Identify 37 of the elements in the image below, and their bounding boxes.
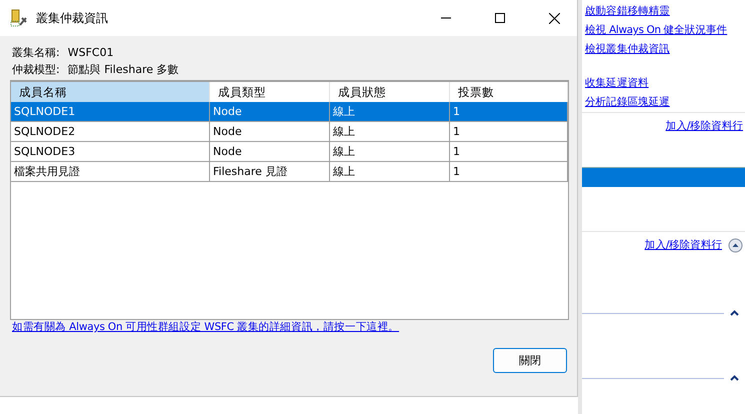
window-title: 叢集仲裁資訊 bbox=[36, 10, 109, 26]
task-link[interactable]: 收集延遲資料 bbox=[582, 74, 745, 93]
field-label: 叢集名稱: bbox=[12, 45, 60, 60]
table-cell[interactable]: SQLNODE3 bbox=[11, 142, 210, 162]
table-cell[interactable]: Node bbox=[210, 122, 330, 142]
table-cell[interactable]: 1 bbox=[450, 102, 568, 122]
field-value: 節點與 Fileshare 多數 bbox=[68, 62, 179, 77]
close-icon[interactable] bbox=[548, 12, 560, 24]
task-link[interactable]: 檢視叢集仲裁資訊 bbox=[582, 40, 745, 59]
add-remove-columns-link[interactable]: 加入/移除資料行 bbox=[662, 116, 743, 136]
field-value: WSFC01 bbox=[68, 46, 114, 59]
table-cell[interactable]: 1 bbox=[450, 162, 568, 182]
task-link[interactable]: 啟動容錯移轉精靈 bbox=[582, 2, 745, 21]
table-cell[interactable]: 檔案共用見證 bbox=[11, 162, 210, 182]
column-header[interactable]: 成員名稱 bbox=[11, 82, 210, 102]
maximize-icon[interactable] bbox=[495, 13, 505, 23]
field-label: 仲裁模型: bbox=[12, 62, 60, 77]
help-link[interactable]: 如需有關為 Always On 可用性群組設定 WSFC 叢集的詳細資訊，請按一下這裡。 bbox=[12, 321, 400, 333]
chevron-up-icon[interactable] bbox=[730, 310, 739, 316]
table-cell[interactable]: SQLNODE1 bbox=[11, 102, 210, 122]
chevron-up-icon[interactable] bbox=[730, 375, 739, 381]
table-cell[interactable]: 線上 bbox=[330, 142, 450, 162]
add-remove-columns-link[interactable]: 加入/移除資料行 bbox=[642, 236, 722, 254]
table-cell[interactable]: Node bbox=[210, 142, 330, 162]
table-cell[interactable]: 線上 bbox=[330, 102, 450, 122]
table-cell[interactable]: SQLNODE2 bbox=[11, 122, 210, 142]
table-cell[interactable]: 線上 bbox=[330, 162, 450, 182]
task-link[interactable]: 檢視 Always On 健全狀況事件 bbox=[582, 21, 745, 40]
task-link[interactable]: 分析記錄區塊延遲 bbox=[582, 93, 745, 112]
cluster-tools-icon bbox=[10, 9, 28, 27]
table-cell[interactable]: 1 bbox=[450, 142, 568, 162]
close-dialog-button[interactable]: 關閉 bbox=[493, 348, 567, 373]
table-cell[interactable]: Node bbox=[210, 102, 330, 122]
table-cell[interactable]: 線上 bbox=[330, 122, 450, 142]
table-cell[interactable]: Fileshare 見證 bbox=[210, 162, 330, 182]
collapse-icon[interactable] bbox=[728, 238, 743, 252]
table-cell[interactable]: 1 bbox=[450, 122, 568, 142]
